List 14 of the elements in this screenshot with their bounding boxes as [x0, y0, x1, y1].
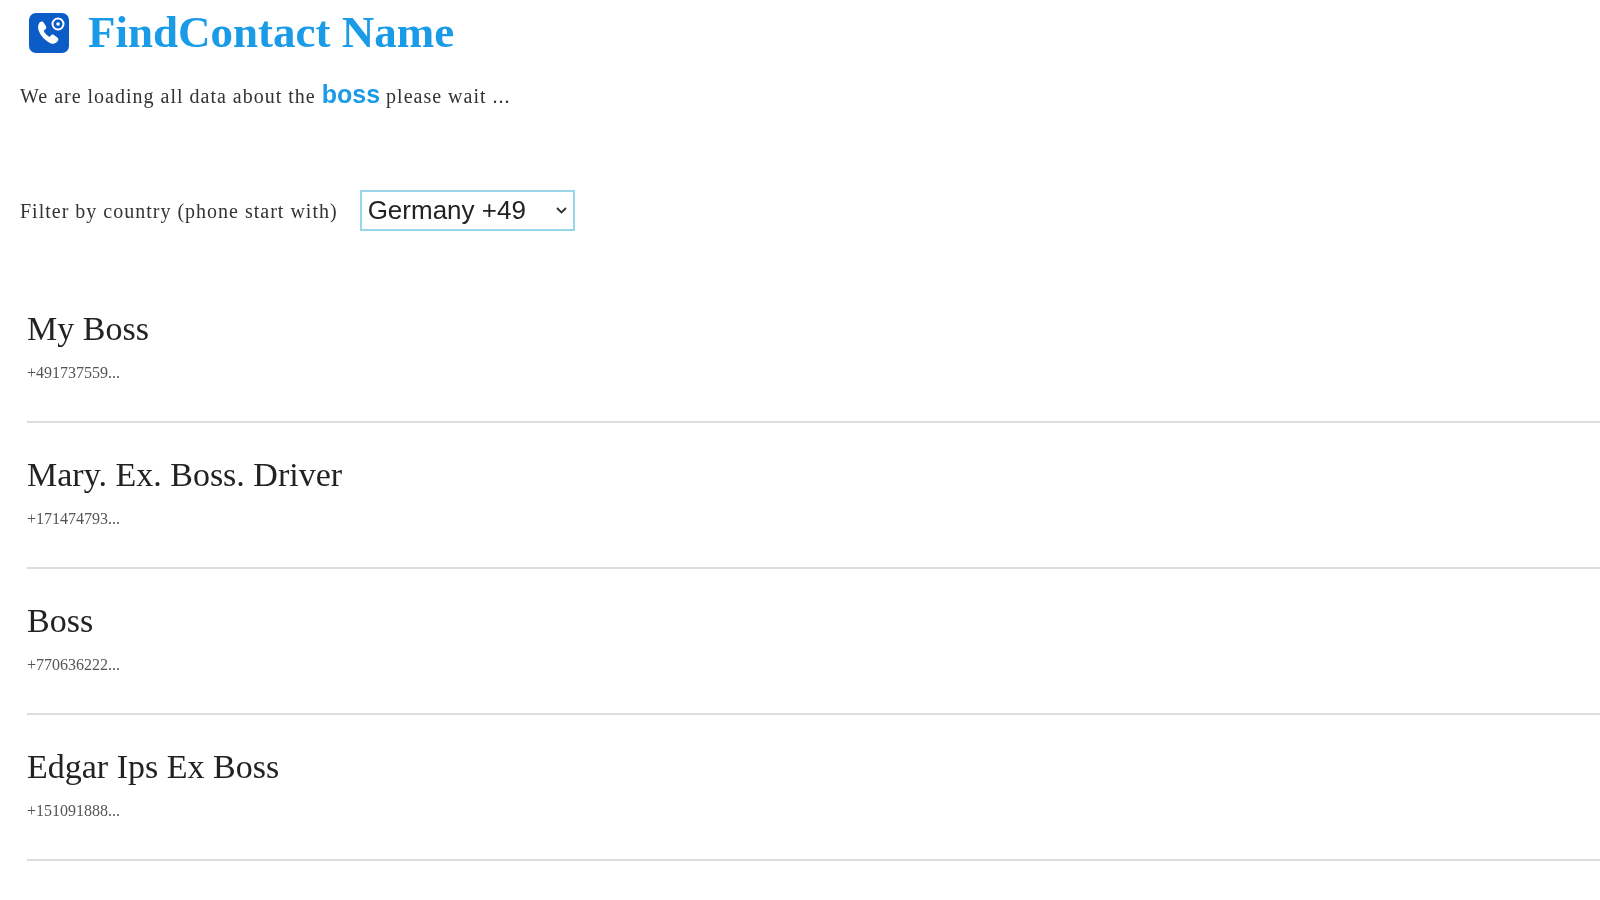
loading-message: We are loading all data about the boss please wait ... [20, 80, 511, 110]
contact-name[interactable]: Edgar Ips Ex Boss [27, 747, 280, 787]
phone-number: +770636222... [27, 655, 121, 675]
app-title: FindContact Name [88, 10, 455, 55]
chevron-down-icon [555, 207, 567, 214]
country-select[interactable]: Germany +49 [359, 190, 575, 231]
contact-name[interactable]: Boss [27, 601, 94, 641]
phone-number: +151091888... [27, 801, 121, 821]
contact-name[interactable]: My Boss [27, 309, 149, 349]
filter-label: Filter by country (phone start with) [20, 198, 338, 225]
phone-number: +171474793... [27, 509, 121, 529]
phone-app-icon [29, 12, 69, 53]
contact-name[interactable]: Mary. Ex. Boss. Driver [27, 455, 343, 495]
phone-number: +491737559... [27, 363, 121, 383]
